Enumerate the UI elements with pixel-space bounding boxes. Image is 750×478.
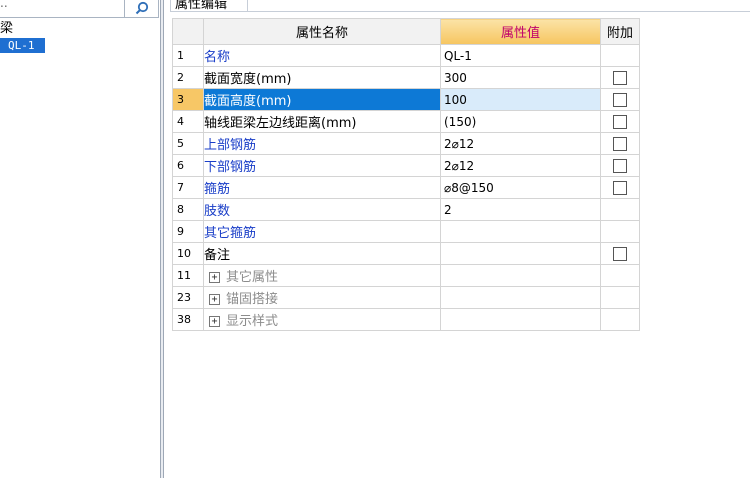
table-row[interactable]: 5 上部钢筋 2⌀12 (172, 132, 640, 155)
property-name-header[interactable]: 属性名称 (203, 18, 441, 45)
property-editor-panel: 属性编辑 属性名称 属性值 附加 1 名称 QL-1 2 截面宽度(mm) 30… (170, 0, 750, 478)
row-number: 2 (172, 66, 204, 89)
property-name[interactable]: 下部钢筋 (203, 154, 441, 177)
table-row[interactable]: 7 箍筋 ⌀8@150 (172, 176, 640, 199)
row-number: 4 (172, 110, 204, 133)
property-value-header[interactable]: 属性值 (440, 18, 601, 45)
extra-cell (600, 198, 640, 221)
property-name[interactable]: 备注 (203, 242, 441, 265)
row-number: 38 (172, 308, 204, 331)
table-row-group[interactable]: 38 + 显示样式 (172, 308, 640, 331)
checkbox-icon[interactable] (613, 180, 627, 195)
table-row[interactable]: 8 肢数 2 (172, 198, 640, 221)
plus-box-icon[interactable]: + (209, 272, 220, 283)
row-number: 8 (172, 198, 204, 221)
grid-header-row: 属性名称 属性值 附加 (172, 18, 640, 45)
property-value[interactable]: 2⌀12 (440, 132, 601, 155)
property-value[interactable]: 2 (440, 198, 601, 221)
extra-cell (600, 286, 640, 309)
row-number: 5 (172, 132, 204, 155)
property-name[interactable]: 名称 (203, 44, 441, 67)
property-value[interactable]: 300 (440, 66, 601, 89)
checkbox-icon[interactable] (613, 114, 627, 129)
row-number: 10 (172, 242, 204, 265)
extra-cell (600, 66, 640, 89)
checkbox-icon[interactable] (613, 136, 627, 151)
row-number: 7 (172, 176, 204, 199)
panel-splitter[interactable] (160, 0, 164, 478)
table-row-group[interactable]: 11 + 其它属性 (172, 264, 640, 287)
property-name[interactable]: 轴线距梁左边线距离(mm) (203, 110, 441, 133)
table-row[interactable]: 10 备注 (172, 242, 640, 265)
group-label: 其它属性 (226, 270, 279, 285)
row-number: 9 (172, 220, 204, 243)
table-row[interactable]: 4 轴线距梁左边线距离(mm) (150) (172, 110, 640, 133)
property-group[interactable]: + 显示样式 (203, 308, 441, 331)
search-box[interactable]: .. (0, 0, 159, 18)
extra-cell (600, 132, 640, 155)
row-number: 11 (172, 264, 204, 287)
extra-cell (600, 242, 640, 265)
plus-box-icon[interactable]: + (209, 316, 220, 327)
plus-box-icon[interactable]: + (209, 294, 220, 305)
row-number: 1 (172, 44, 204, 67)
property-group[interactable]: + 其它属性 (203, 264, 441, 287)
property-value (440, 286, 601, 309)
row-number: 3 (172, 88, 204, 111)
tab-strip: 属性编辑 (170, 0, 750, 12)
property-name[interactable]: 肢数 (203, 198, 441, 221)
group-label: 显示样式 (226, 314, 279, 329)
property-group[interactable]: + 锚固搭接 (203, 286, 441, 309)
row-number: 6 (172, 154, 204, 177)
extra-cell (600, 308, 640, 331)
checkbox-icon[interactable] (613, 92, 627, 107)
table-row[interactable]: 2 截面宽度(mm) 300 (172, 66, 640, 89)
property-value[interactable]: 100 (440, 88, 601, 111)
property-name[interactable]: 其它箍筋 (203, 220, 441, 243)
property-value (440, 264, 601, 287)
property-name[interactable]: 截面宽度(mm) (203, 66, 441, 89)
extra-cell (600, 110, 640, 133)
property-name[interactable]: 上部钢筋 (203, 132, 441, 155)
checkbox-icon[interactable] (613, 158, 627, 173)
extra-header[interactable]: 附加 (600, 18, 640, 45)
property-name[interactable]: 截面高度(mm) (203, 88, 441, 111)
property-name[interactable]: 箍筋 (203, 176, 441, 199)
property-grid: 属性名称 属性值 附加 1 名称 QL-1 2 截面宽度(mm) 300 3 截… (172, 18, 640, 331)
extra-cell (600, 264, 640, 287)
table-row[interactable]: 1 名称 QL-1 (172, 44, 640, 67)
table-row[interactable]: 6 下部钢筋 2⌀12 (172, 154, 640, 177)
table-row-group[interactable]: 23 + 锚固搭接 (172, 286, 640, 309)
property-value (440, 308, 601, 331)
search-icon (135, 1, 149, 15)
search-input[interactable]: .. (0, 0, 8, 10)
property-value[interactable] (440, 220, 601, 243)
property-value[interactable]: 2⌀12 (440, 154, 601, 177)
component-tree-panel: .. 梁 QL-1 (0, 0, 160, 478)
extra-cell (600, 44, 640, 67)
extra-cell (600, 176, 640, 199)
checkbox-icon[interactable] (613, 70, 627, 85)
extra-cell (600, 88, 640, 111)
checkbox-icon[interactable] (613, 246, 627, 261)
tree-item-ql1[interactable]: QL-1 (0, 38, 45, 53)
extra-cell (600, 154, 640, 177)
property-value[interactable] (440, 242, 601, 265)
row-number-header (172, 18, 204, 45)
table-row-selected[interactable]: 3 截面高度(mm) 100 (172, 88, 640, 111)
table-row[interactable]: 9 其它箍筋 (172, 220, 640, 243)
property-value[interactable]: QL-1 (440, 44, 601, 67)
row-number: 23 (172, 286, 204, 309)
property-value[interactable]: (150) (440, 110, 601, 133)
tab-property-edit[interactable]: 属性编辑 (170, 0, 248, 12)
property-value[interactable]: ⌀8@150 (440, 176, 601, 199)
search-button[interactable] (124, 0, 159, 17)
group-label: 锚固搭接 (226, 292, 279, 307)
tree-node-beam[interactable]: 梁 (0, 21, 13, 37)
extra-cell (600, 220, 640, 243)
